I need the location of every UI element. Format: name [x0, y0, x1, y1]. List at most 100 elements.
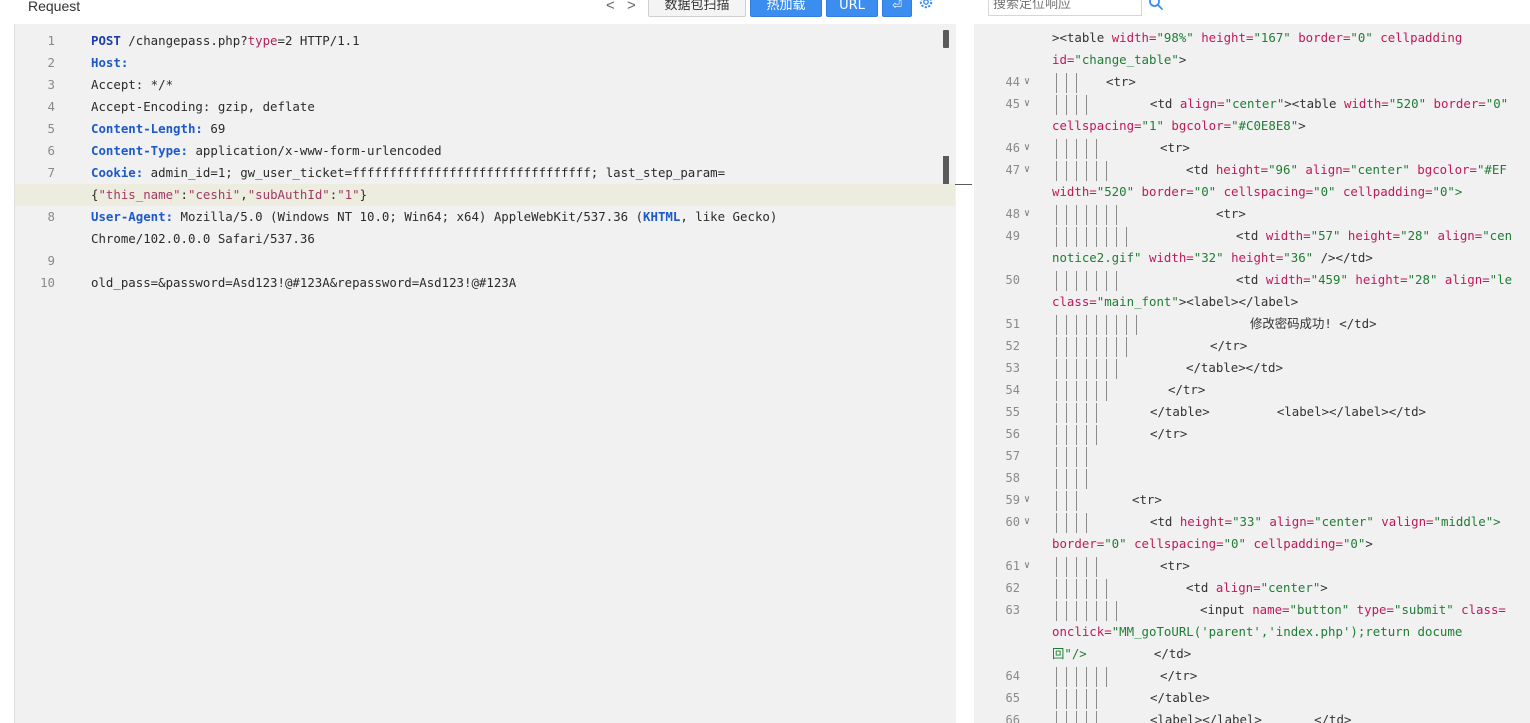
response-line[interactable]: 66 <label></label> </td> [974, 709, 1530, 723]
response-line[interactable]: id="change_table"> [974, 49, 1530, 71]
response-line[interactable]: 64 </tr> [974, 665, 1530, 687]
request-line[interactable]: {"this_name":"ceshi","subAuthId":"1"} [15, 184, 955, 206]
code-token: align= [1444, 272, 1490, 287]
code-token: Accept: */* [91, 77, 174, 92]
code-token: > [1298, 118, 1306, 133]
code-token: "0" [1350, 30, 1381, 45]
code-token: <td [1236, 228, 1266, 243]
response-search-input[interactable] [988, 0, 1142, 16]
indent-guide [1056, 271, 1057, 291]
response-line[interactable]: 52 </tr> [974, 335, 1530, 357]
line-number: 47 [1005, 163, 1020, 177]
hot-load-button[interactable]: 热加载 [750, 0, 822, 17]
response-line[interactable]: 55 </table> <label></label></td> [974, 401, 1530, 423]
request-line[interactable]: 9 [15, 250, 955, 272]
line-number: 46 [1005, 141, 1020, 155]
line-text: Chrome/102.0.0.0 Safari/537.36 [91, 228, 315, 250]
response-line[interactable]: width="520" border="0" cellspacing="0" c… [974, 181, 1530, 203]
indent-guide [1086, 689, 1087, 709]
indent-guide [1056, 359, 1057, 379]
response-line[interactable]: 59 ∨ <tr> [974, 489, 1530, 511]
code-token: "36" [1283, 250, 1321, 265]
request-line[interactable]: 4 Accept-Encoding: gzip, deflate [15, 96, 955, 118]
line-text: <input name="button" type="submit" class… [1200, 599, 1506, 621]
indent-guide [1096, 205, 1097, 225]
code-token: Content-Length: [91, 121, 203, 136]
url-button[interactable]: URL [826, 0, 878, 17]
response-line[interactable]: notice2.gif" width="32" height="36" /></… [974, 247, 1530, 269]
line-number: 54 [1005, 383, 1020, 397]
response-line[interactable]: 58 [974, 467, 1530, 489]
response-line[interactable]: class="main_font"><label></label> [974, 291, 1530, 313]
request-line[interactable]: 1 POST /changepass.php?type=2 HTTP/1.1 [15, 30, 955, 52]
indent-guide [1066, 359, 1067, 379]
code-token: <label></label> </td> [1150, 712, 1352, 723]
request-line[interactable]: 10 old_pass=&password=Asd123!@#123A&repas… [15, 272, 955, 294]
response-line[interactable]: 45 ∨ <td align="center"><table width="520"… [974, 93, 1530, 115]
response-line[interactable]: 46 ∨ <tr> [974, 137, 1530, 159]
packet-scan-button[interactable]: 数据包扫描 [648, 0, 746, 17]
response-line[interactable]: 44 ∨ <tr> [974, 71, 1530, 93]
response-line[interactable]: 65 </table> [974, 687, 1530, 709]
response-editor[interactable]: ><table width="98%" height="167" border=… [974, 24, 1530, 723]
request-line[interactable]: 8 User-Agent: Mozilla/5.0 (Windows NT 10.… [15, 206, 955, 228]
code-token: ><table [1284, 96, 1344, 111]
response-line[interactable]: border="0" cellspacing="0" cellpadding="… [974, 533, 1530, 555]
request-line[interactable]: Chrome/102.0.0.0 Safari/537.36 [15, 228, 955, 250]
response-line[interactable]: 60 ∨ <td height="33" align="center" valign… [974, 511, 1530, 533]
fold-chevron-icon[interactable]: ∨ [1024, 159, 1030, 181]
indent-guide [1066, 491, 1067, 511]
response-line[interactable]: 63 <input name="button" type="submit" cla… [974, 599, 1530, 621]
fold-chevron-icon[interactable]: ∨ [1024, 93, 1030, 115]
code-token: /></td> [1320, 250, 1373, 265]
request-line[interactable]: 3 Accept: */* [15, 74, 955, 96]
indent-guide [1116, 359, 1117, 379]
line-number: 58 [1005, 471, 1020, 485]
response-line[interactable]: cellspacing="1" bgcolor="#C0E8E8"> [974, 115, 1530, 137]
code-token: <tr> [1132, 492, 1162, 507]
request-editor[interactable]: 1 POST /changepass.php?type=2 HTTP/1.1 2 Ho… [14, 24, 973, 723]
indent-guide [1076, 425, 1077, 445]
fold-chevron-icon[interactable]: ∨ [1024, 203, 1030, 225]
response-line[interactable]: 54 </tr> [974, 379, 1530, 401]
request-line[interactable]: 6 Content-Type: application/x-www-form-ur… [15, 140, 955, 162]
response-line[interactable]: 51 修改密码成功! </td> [974, 313, 1530, 335]
line-number: 7 [47, 165, 55, 180]
response-line[interactable]: 62 <td align="center"> [974, 577, 1530, 599]
code-token: </tr> [1168, 382, 1206, 397]
code-token: width= [1148, 250, 1194, 265]
wrap-toggle-button[interactable]: ⏎ [882, 0, 912, 17]
indent-guide [1096, 315, 1097, 335]
indent-guide [1066, 601, 1067, 621]
response-line[interactable]: 回"/> </td> [974, 643, 1530, 665]
request-line[interactable]: 2 Host: [15, 52, 955, 74]
fold-chevron-icon[interactable]: ∨ [1024, 555, 1030, 577]
code-token: bgcolor= [1171, 118, 1232, 133]
next-arrow-icon[interactable]: > [627, 0, 640, 14]
fold-chevron-icon[interactable]: ∨ [1024, 137, 1030, 159]
response-line[interactable]: 50 <td width="459" height="28" align="le [974, 269, 1530, 291]
response-line[interactable]: ><table width="98%" height="167" border=… [974, 27, 1530, 49]
request-line[interactable]: 7 Cookie: admin_id=1; gw_user_ticket=ffff… [15, 162, 955, 184]
prev-arrow-icon[interactable]: < [606, 0, 619, 14]
response-line[interactable]: 56 </tr> [974, 423, 1530, 445]
indent-guide [1056, 667, 1057, 687]
fold-chevron-icon[interactable]: ∨ [1024, 489, 1030, 511]
response-line[interactable]: 61 ∨ <tr> [974, 555, 1530, 577]
fold-chevron-icon[interactable]: ∨ [1024, 71, 1030, 93]
request-line[interactable]: 5 Content-Length: 69 [15, 118, 955, 140]
response-line[interactable]: onclick="MM_goToURL('parent','index.php'… [974, 621, 1530, 643]
response-line[interactable]: 57 [974, 445, 1530, 467]
response-line[interactable]: 48 ∨ <tr> [974, 203, 1530, 225]
code-token: bgcolor= [1417, 162, 1477, 177]
response-line[interactable]: 49 <td width="57" height="28" align="cen [974, 225, 1530, 247]
gear-icon[interactable] [918, 0, 934, 10]
search-icon[interactable] [1148, 0, 1164, 11]
fold-chevron-icon[interactable]: ∨ [1024, 511, 1030, 533]
response-line[interactable]: 47 ∨ <td height="96" align="center" bgcolo… [974, 159, 1530, 181]
code-token: "0"> [1432, 184, 1463, 199]
line-text: Content-Length: 69 [91, 118, 225, 140]
indent-guide [1066, 73, 1067, 93]
response-line[interactable]: 53 </table></td> [974, 357, 1530, 379]
line-number: 56 [1005, 427, 1020, 441]
